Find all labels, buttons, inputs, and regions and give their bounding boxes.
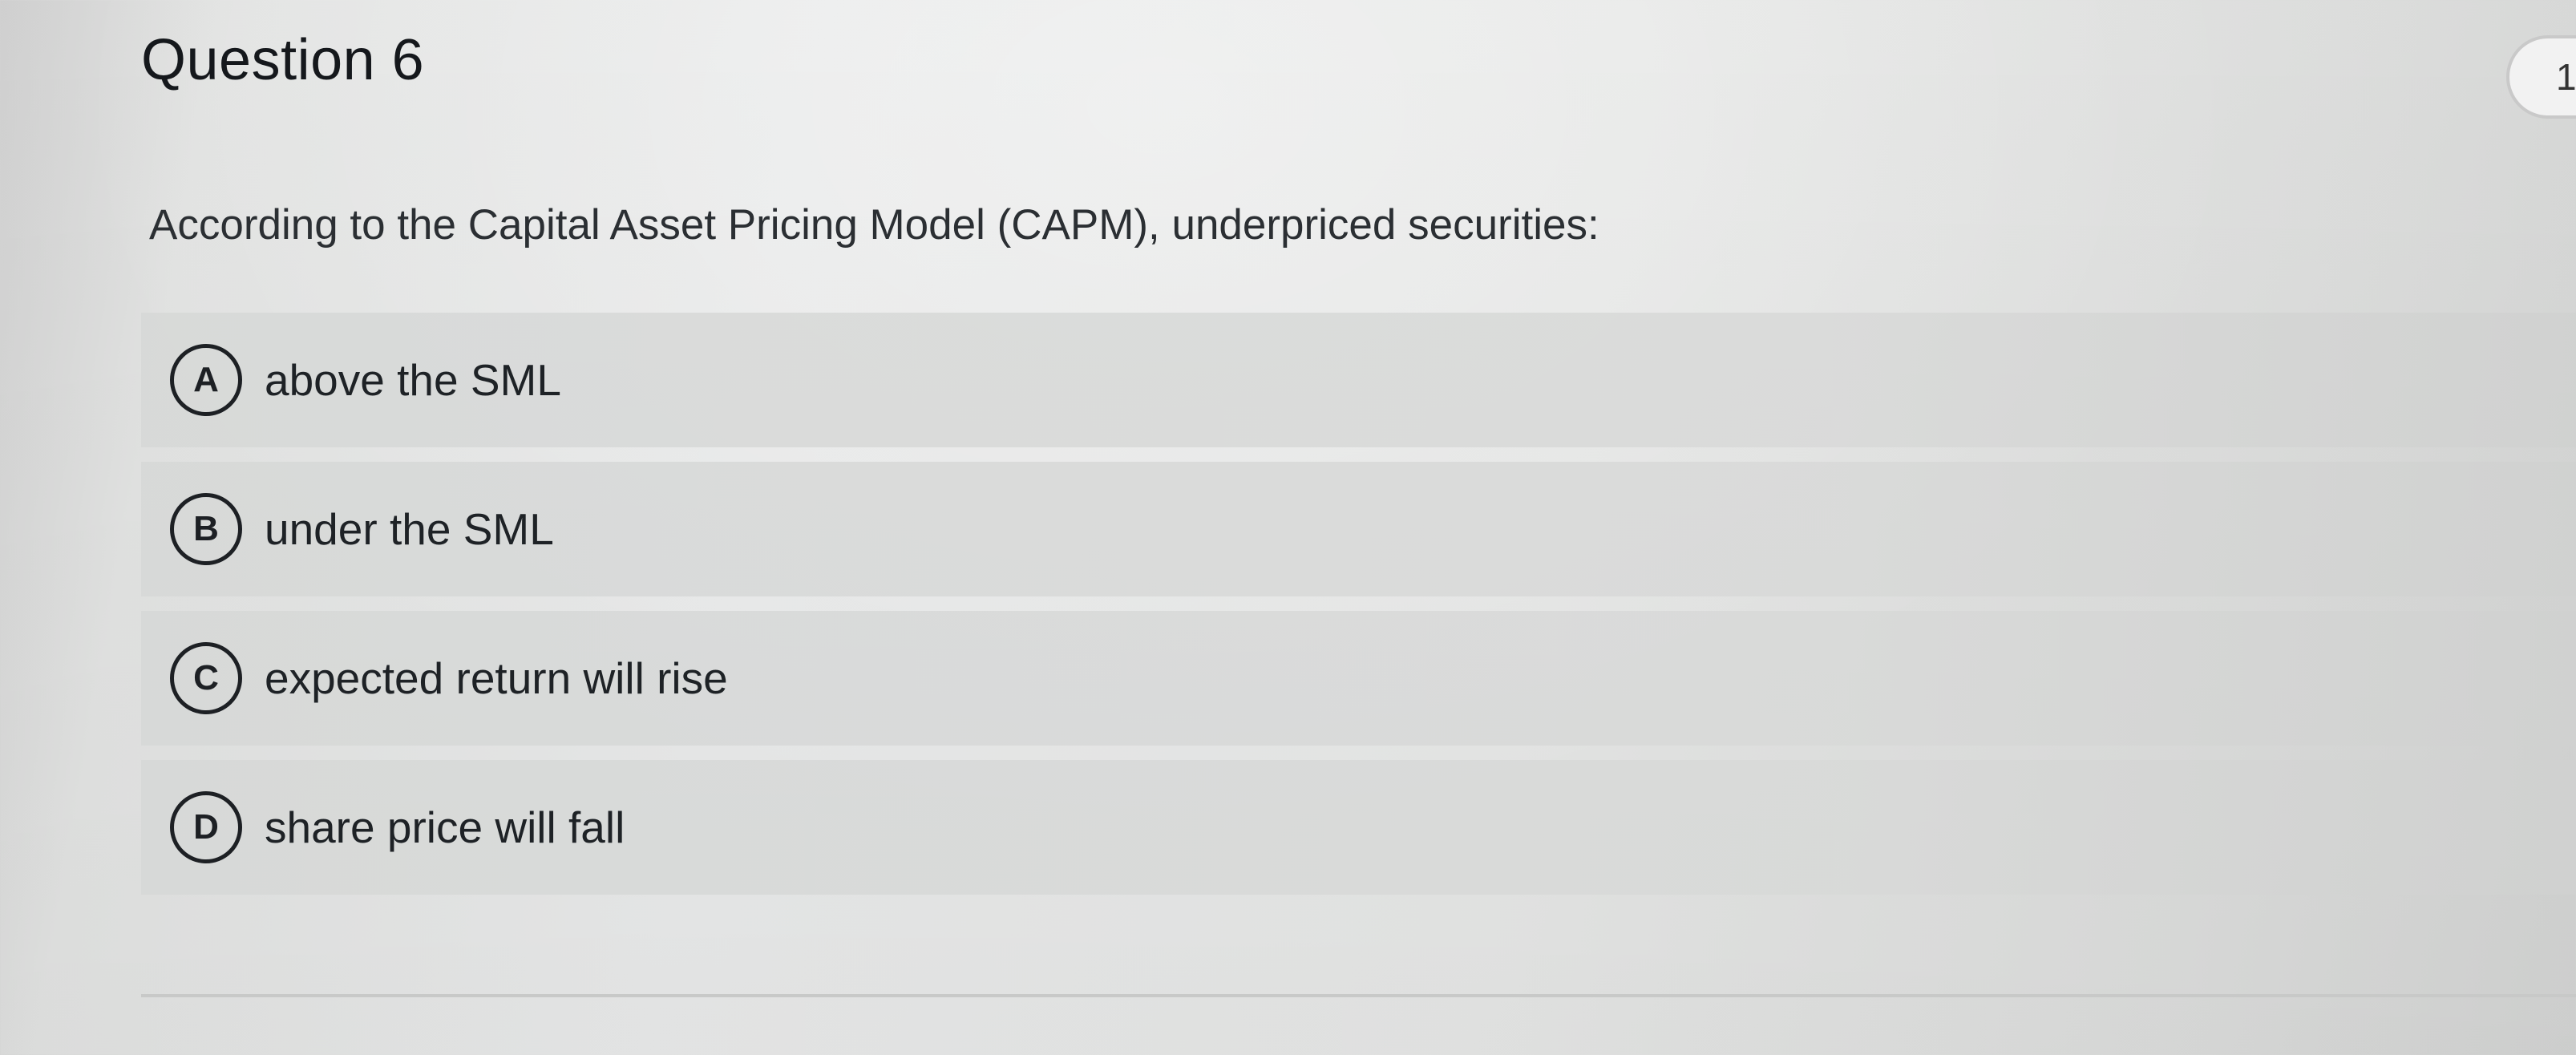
option-c[interactable]: C expected return will rise — [141, 611, 2576, 746]
option-c-letter-badge: C — [170, 642, 242, 714]
option-c-text: expected return will rise — [265, 653, 728, 703]
option-b-letter-badge: B — [170, 493, 242, 565]
question-title: Question 6 — [141, 28, 425, 92]
option-d-letter-badge: D — [170, 791, 242, 863]
option-d-text: share price will fall — [265, 802, 625, 852]
option-a-text: above the SML — [265, 355, 561, 405]
option-d[interactable]: D share price will fall — [141, 760, 2576, 895]
answer-options: A above the SML B under the SML C expect… — [141, 313, 2576, 909]
bottom-divider — [141, 994, 2576, 997]
option-b-text: under the SML — [265, 504, 554, 554]
option-a-letter-badge: A — [170, 344, 242, 416]
question-prompt: According to the Capital Asset Pricing M… — [149, 201, 1599, 249]
option-a[interactable]: A above the SML — [141, 313, 2576, 447]
points-badge: 1 — [2506, 35, 2576, 119]
option-b[interactable]: B under the SML — [141, 462, 2576, 596]
